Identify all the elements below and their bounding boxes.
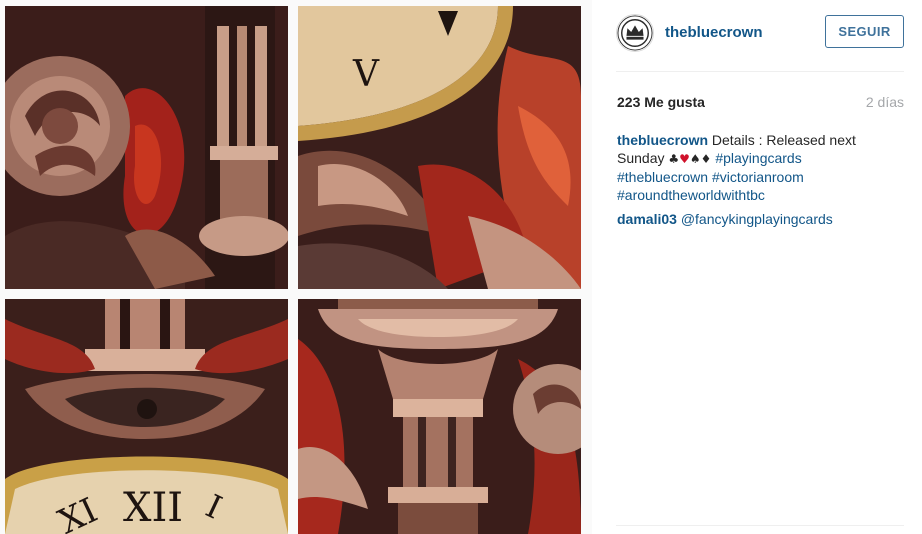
spade-icon: ♠	[689, 152, 701, 166]
hashtag-link[interactable]: #aroundtheworldwithtbc	[617, 187, 765, 203]
post-header: thebluecrown SEGUIR	[616, 14, 904, 52]
likes-count[interactable]: 223 Me gusta	[617, 94, 705, 110]
divider	[616, 525, 904, 526]
reply-username[interactable]: damali03	[617, 211, 677, 227]
post-media-grid[interactable]: V XII XI I	[0, 0, 592, 534]
roman-numeral-xii: XII	[123, 485, 183, 531]
clock-ornament-artwork: V	[298, 6, 581, 289]
artwork-tile-bottom-right[interactable]	[298, 299, 581, 534]
hashtag-link[interactable]: #playingcards	[715, 150, 801, 166]
follow-button[interactable]: SEGUIR	[825, 15, 904, 48]
club-icon: ♣	[668, 152, 680, 166]
artwork-tile-top-left[interactable]	[5, 6, 288, 289]
diamond-icon: ♦	[700, 152, 712, 166]
username-link[interactable]: thebluecrown	[665, 24, 763, 41]
mention-link[interactable]: @fancykingplayingcards	[681, 211, 833, 227]
crown-logo-icon	[617, 15, 653, 51]
rose-pillar-artwork	[5, 6, 288, 289]
caption-text-2: Sunday	[617, 150, 665, 166]
post-time[interactable]: 2 días	[866, 94, 904, 110]
caption-text-1: Details : Released next	[711, 132, 856, 148]
clock-face-artwork: XII XI I	[5, 299, 288, 534]
heart-icon: ♥	[679, 152, 690, 166]
post-details-panel: thebluecrown SEGUIR 223 Me gusta 2 días …	[592, 0, 922, 534]
caption-comment: thebluecrown Details : Released next Sun…	[617, 131, 892, 204]
card-suits: ♣♥♠♦	[668, 152, 711, 166]
hashtag-link[interactable]: #victorianroom	[712, 169, 804, 185]
roman-numeral-v: V	[352, 54, 380, 95]
reply-comment: damali03 @fancykingplayingcards	[617, 210, 892, 228]
divider	[616, 71, 904, 72]
urn-rose-artwork	[298, 299, 581, 534]
comments-list: thebluecrown Details : Released next Sun…	[617, 131, 892, 234]
avatar[interactable]	[616, 14, 654, 52]
artwork-tile-bottom-left[interactable]: XII XI I	[5, 299, 288, 534]
hashtag-link[interactable]: #thebluecrown	[617, 169, 708, 185]
artwork-tile-top-right[interactable]: V	[298, 6, 581, 289]
caption-username[interactable]: thebluecrown	[617, 132, 708, 148]
